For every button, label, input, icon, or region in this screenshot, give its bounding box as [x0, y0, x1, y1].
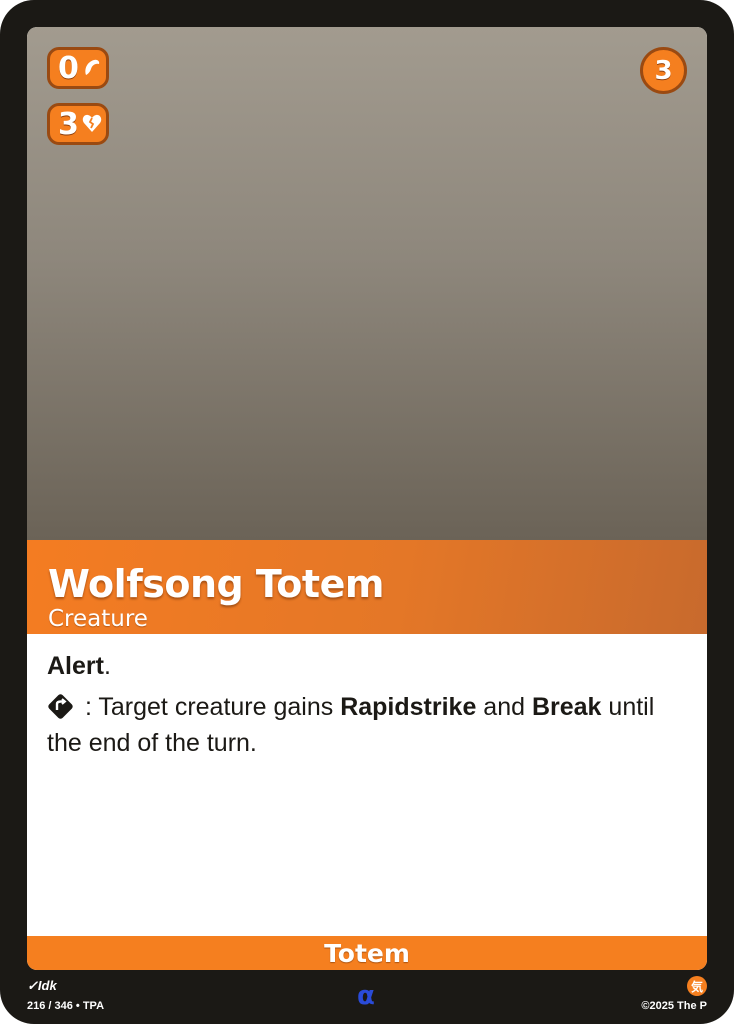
rules-textbox: Alert. : Target creature gains Rapidstri…: [27, 634, 707, 936]
cost-value: 3: [654, 55, 673, 86]
rarity-symbol: α: [357, 981, 375, 1011]
artist-name: Idk: [37, 978, 57, 993]
claw-icon: [85, 59, 100, 75]
keyword-break: Break: [531, 693, 602, 721]
card-type: Totem: [324, 938, 410, 968]
element-icon: 気: [687, 976, 707, 996]
keyword-alert: Alert: [47, 652, 104, 680]
rules-line-1: Alert.: [47, 652, 111, 681]
life-value: 3: [58, 106, 79, 142]
power-value: 0: [58, 50, 79, 86]
title-bar: Wolfsong Totem Creature: [27, 540, 707, 634]
card-art: [27, 27, 707, 540]
collector-number: 216 / 346 • TPA: [27, 1000, 105, 1012]
life-stat: 3: [47, 103, 109, 145]
copyright: ©2025 The P: [641, 1000, 707, 1012]
rules-line-2: : Target creature gains Rapidstrike and …: [47, 689, 687, 761]
card: 0 3 3 Wolfsong Totem Creature Alert.: T…: [0, 0, 734, 1024]
ability-text-a: : Target creature gains: [78, 693, 341, 721]
ability-text-b: and: [476, 693, 532, 721]
keyword-suffix: .: [103, 652, 111, 680]
type-bar: Totem: [27, 936, 707, 970]
card-frame: 0 3 3 Wolfsong Totem Creature Alert.: T…: [27, 27, 707, 970]
card-supertype: Creature: [48, 606, 148, 632]
artist-credit: ✓Idk: [27, 978, 57, 994]
brush-icon: ✓: [27, 978, 38, 993]
card-name: Wolfsong Totem: [48, 562, 384, 606]
keyword-rapidstrike: Rapidstrike: [340, 693, 477, 721]
broken-heart-icon: [82, 114, 102, 132]
power-stat: 0: [47, 47, 109, 89]
exhaust-icon: [48, 694, 73, 719]
cost-orb: 3: [640, 47, 687, 94]
